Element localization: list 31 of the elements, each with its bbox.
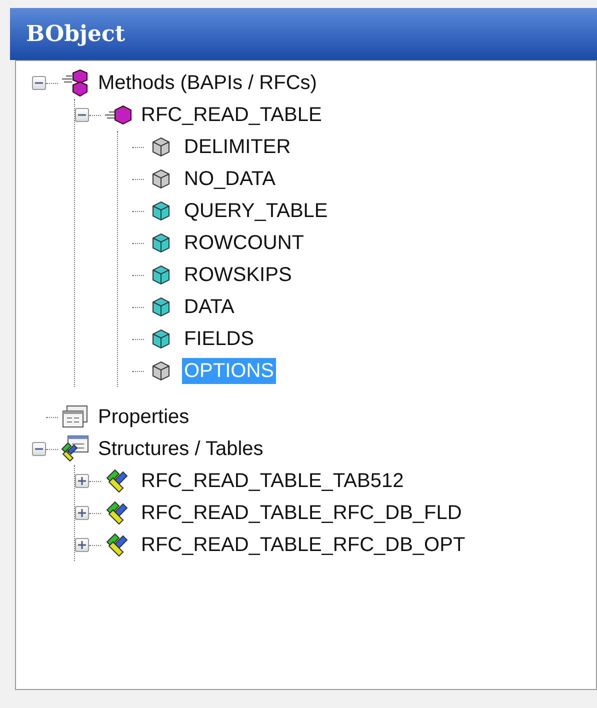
tree-item[interactable]: QUERY_TABLE	[182, 198, 330, 224]
expand-toggle[interactable]	[75, 538, 89, 552]
tree-item[interactable]: Properties	[96, 404, 192, 430]
tree-item[interactable]: DATA	[182, 294, 236, 320]
blocks-icon	[106, 533, 130, 557]
tree-item[interactable]: DELIMITER	[182, 134, 293, 160]
tree-item[interactable]: ROWCOUNT	[182, 230, 306, 256]
plus-icon	[78, 541, 86, 549]
panel-title: BObject	[26, 20, 126, 48]
tree-item[interactable]: FIELDS	[182, 326, 256, 352]
tree-item[interactable]: Structures / Tables	[96, 436, 266, 462]
collapse-toggle[interactable]	[75, 108, 89, 122]
window-blocks-icon	[60, 435, 90, 463]
cubes-icon	[60, 69, 90, 97]
tree-item[interactable]: RFC_READ_TABLE_TAB512	[139, 468, 406, 494]
tree-item[interactable]: ROWSKIPS	[182, 262, 294, 288]
collapse-toggle[interactable]	[32, 442, 46, 456]
cube-icon	[103, 104, 133, 126]
collapse-toggle[interactable]	[32, 76, 46, 90]
expand-toggle[interactable]	[75, 506, 89, 520]
window-icon	[61, 405, 89, 429]
tree-item[interactable]: NO_DATA	[182, 166, 278, 192]
blocks-icon	[106, 501, 130, 525]
tree-item[interactable]: RFC_READ_TABLE_RFC_DB_OPT	[139, 532, 468, 558]
tree-item[interactable]: Methods (BAPIs / RFCs)	[96, 70, 319, 96]
tree-item[interactable]: RFC_READ_TABLE_RFC_DB_FLD	[139, 500, 464, 526]
expand-toggle[interactable]	[75, 474, 89, 488]
plus-icon	[78, 509, 86, 517]
tree-item[interactable]: RFC_READ_TABLE	[139, 102, 324, 128]
plus-icon	[78, 477, 86, 485]
blocks-icon	[106, 469, 130, 493]
